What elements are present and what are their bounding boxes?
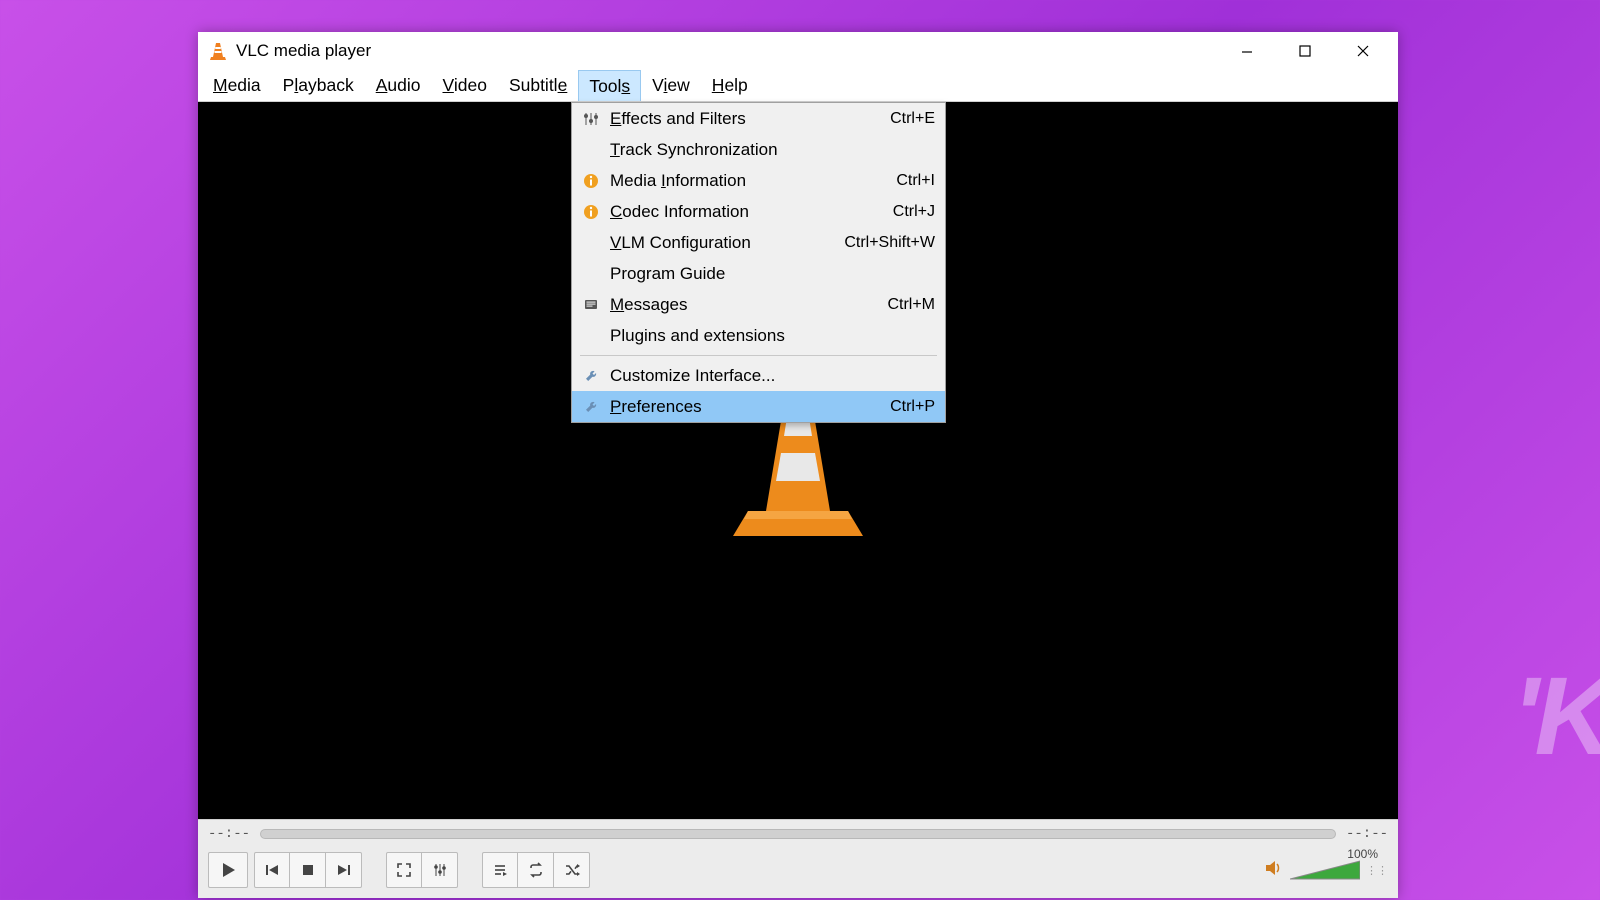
menu-effects-filters[interactable]: Effects and Filters Ctrl+E [572,103,945,134]
menu-vlm-config[interactable]: VLM Configuration Ctrl+Shift+W [572,227,945,258]
menu-help[interactable]: Help [701,70,759,101]
menubar: Media Playback Audio Video Subtitle Tool… [198,70,1398,102]
next-button[interactable] [326,852,362,888]
wrench-icon [578,399,604,415]
seekbar-row: --:-- --:-- [198,819,1398,846]
loop-button[interactable] [518,852,554,888]
info-icon [578,204,604,220]
close-button[interactable] [1334,33,1392,70]
extended-settings-button[interactable] [422,852,458,888]
play-button[interactable] [208,852,248,888]
menu-customize-interface[interactable]: Customize Interface... [572,360,945,391]
fullscreen-button[interactable] [386,852,422,888]
menu-playback[interactable]: Playback [272,70,365,101]
minimize-button[interactable] [1218,33,1276,70]
menu-video[interactable]: Video [431,70,497,101]
messages-icon [578,297,604,313]
playlist-button[interactable] [482,852,518,888]
volume-control: 100% ⋮⋮ [1264,859,1388,882]
time-total: --:-- [1346,826,1388,842]
menu-audio[interactable]: Audio [365,70,432,101]
volume-slider[interactable] [1290,859,1360,881]
menu-messages[interactable]: Messages Ctrl+M [572,289,945,320]
wrench-icon [578,368,604,384]
menu-view[interactable]: View [641,70,701,101]
window-title: VLC media player [236,41,371,61]
menu-media[interactable]: Media [202,70,272,101]
menu-track-sync[interactable]: Track Synchronization [572,134,945,165]
info-icon [578,173,604,189]
menu-subtitle[interactable]: Subtitle [498,70,578,101]
tools-dropdown: Effects and Filters Ctrl+E Track Synchro… [571,102,946,423]
menu-preferences[interactable]: Preferences Ctrl+P [572,391,945,422]
menu-plugins[interactable]: Plugins and extensions [572,320,945,351]
volume-grip-icon: ⋮⋮ [1366,864,1388,877]
vlc-cone-icon [208,41,228,61]
playback-controls: 100% ⋮⋮ [198,846,1398,898]
watermark: 'K [1512,653,1600,780]
sliders-icon [578,111,604,127]
menu-codec-info[interactable]: Codec Information Ctrl+J [572,196,945,227]
stop-button[interactable] [290,852,326,888]
maximize-button[interactable] [1276,33,1334,70]
time-elapsed: --:-- [208,826,250,842]
seek-slider[interactable] [260,829,1336,839]
shuffle-button[interactable] [554,852,590,888]
previous-button[interactable] [254,852,290,888]
menu-tools[interactable]: Tools [578,70,641,101]
titlebar: VLC media player [198,32,1398,70]
menu-program-guide[interactable]: Program Guide [572,258,945,289]
menu-media-info[interactable]: Media Information Ctrl+I [572,165,945,196]
app-window: VLC media player Media Playback Audio Vi… [198,32,1398,898]
speaker-icon[interactable] [1264,859,1284,882]
menu-separator [580,355,937,356]
